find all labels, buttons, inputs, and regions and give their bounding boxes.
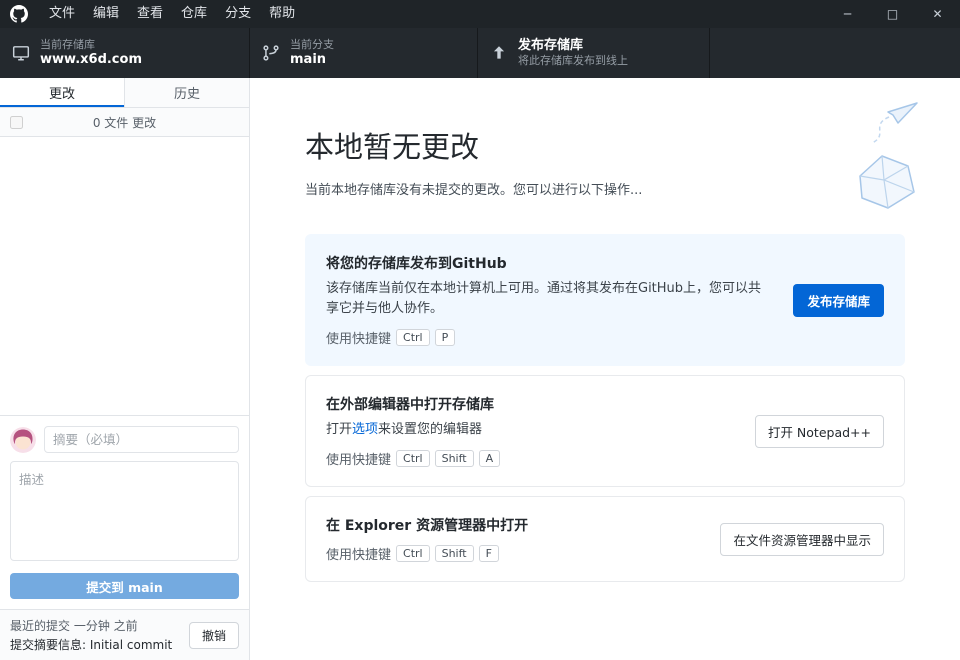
shortcut-label: 使用快捷键 <box>326 328 391 347</box>
close-icon[interactable]: ✕ <box>915 0 960 28</box>
key-ctrl: Ctrl <box>396 545 430 562</box>
publish-repository-action-button[interactable]: 发布存储库 <box>793 284 884 317</box>
tab-changes[interactable]: 更改 <box>0 78 124 107</box>
menu-view[interactable]: 查看 <box>128 0 172 28</box>
files-changed-row: 0 文件 更改 <box>0 108 249 137</box>
card-shortcut: 使用快捷键 Ctrl Shift A <box>326 449 735 468</box>
suggested-actions: 将您的存储库发布到GitHub 该存储库当前仅在本地计算机上可用。通过将其发布在… <box>305 234 905 582</box>
paper-plane-illustration <box>792 100 922 215</box>
key-shift: Shift <box>435 450 474 467</box>
titlebar: 文件 编辑 查看 仓库 分支 帮助 ─ □ ✕ <box>0 0 960 28</box>
menu-help[interactable]: 帮助 <box>260 0 304 28</box>
sidebar-tabs: 更改 历史 <box>0 78 249 108</box>
git-branch-icon <box>262 44 280 62</box>
menu-edit[interactable]: 编辑 <box>84 0 128 28</box>
chevron-down-icon <box>453 50 465 56</box>
recent-commit-summary: 提交摘要信息: Initial commit <box>10 636 181 653</box>
menu-repository[interactable]: 仓库 <box>172 0 216 28</box>
toolbar-filler <box>710 28 960 78</box>
card-title: 将您的存储库发布到GitHub <box>326 253 773 273</box>
open-in-explorer-card: 在 Explorer 资源管理器中打开 使用快捷键 Ctrl Shift F 在… <box>305 496 905 582</box>
tab-history[interactable]: 历史 <box>124 78 249 107</box>
key-ctrl: Ctrl <box>396 329 430 346</box>
maximize-icon[interactable]: □ <box>870 0 915 28</box>
publish-subtitle: 将此存储库发布到线上 <box>518 54 628 68</box>
card-title: 在 Explorer 资源管理器中打开 <box>326 515 700 535</box>
commit-form: 提交到 main <box>0 415 249 609</box>
recent-commit-summary-value: Initial commit <box>90 638 172 652</box>
card-title: 在外部编辑器中打开存储库 <box>326 394 735 414</box>
toolbar: 当前存储库 www.x6d.com 当前分支 main <box>0 28 960 78</box>
computer-icon <box>12 44 30 62</box>
minimize-icon[interactable]: ─ <box>825 0 870 28</box>
open-in-editor-card: 在外部编辑器中打开存储库 打开选项来设置您的编辑器 使用快捷键 Ctrl Shi… <box>305 375 905 487</box>
select-all-checkbox[interactable] <box>10 116 23 129</box>
commit-description-input[interactable] <box>10 461 239 561</box>
undo-button[interactable]: 撤销 <box>189 622 239 649</box>
card-shortcut: 使用快捷键 Ctrl P <box>326 328 773 347</box>
recent-commit-meta: 最近的提交 一分钟 之前 <box>10 617 181 634</box>
upload-arrow-icon <box>490 44 508 62</box>
menu-file[interactable]: 文件 <box>40 0 84 28</box>
desc-suffix: 来设置您的编辑器 <box>378 422 482 437</box>
key-a: A <box>479 450 501 467</box>
github-desktop-window: 文件 编辑 查看 仓库 分支 帮助 ─ □ ✕ 当前存储库 www.x6d.co… <box>0 0 960 660</box>
card-description: 打开选项来设置您的编辑器 <box>326 420 735 440</box>
window-controls: ─ □ ✕ <box>825 0 960 28</box>
commit-summary-input[interactable] <box>44 426 239 453</box>
card-shortcut: 使用快捷键 Ctrl Shift F <box>326 544 700 563</box>
key-ctrl: Ctrl <box>396 450 430 467</box>
sidebar: 更改 历史 0 文件 更改 提交到 main <box>0 78 250 660</box>
menu-branch[interactable]: 分支 <box>216 0 260 28</box>
main-content: 本地暂无更改 当前本地存储库没有未提交的更改。您可以进行以下操作... 将您的存… <box>250 78 960 660</box>
publish-repository-button[interactable]: 发布存储库 将此存储库发布到线上 <box>478 28 710 78</box>
current-branch-label: 当前分支 <box>290 38 334 52</box>
current-repository-selector[interactable]: 当前存储库 www.x6d.com <box>0 28 250 78</box>
key-p: P <box>435 329 456 346</box>
github-logo-icon <box>10 5 28 23</box>
desc-prefix: 打开 <box>326 422 352 437</box>
recent-commit-bar: 最近的提交 一分钟 之前 提交摘要信息: Initial commit 撤销 <box>0 609 249 660</box>
options-link[interactable]: 选项 <box>352 422 378 437</box>
open-editor-button[interactable]: 打开 Notepad++ <box>755 415 884 448</box>
changed-files-list <box>0 137 249 415</box>
commit-button[interactable]: 提交到 main <box>10 573 239 599</box>
key-f: F <box>479 545 499 562</box>
recent-commit-summary-label: 提交摘要信息: <box>10 638 86 652</box>
current-repository-label: 当前存储库 <box>40 38 142 52</box>
shortcut-label: 使用快捷键 <box>326 449 391 468</box>
shortcut-label: 使用快捷键 <box>326 544 391 563</box>
current-repository-value: www.x6d.com <box>40 52 142 68</box>
publish-to-github-card: 将您的存储库发布到GitHub 该存储库当前仅在本地计算机上可用。通过将其发布在… <box>305 234 905 366</box>
key-shift: Shift <box>435 545 474 562</box>
current-branch-selector[interactable]: 当前分支 main <box>250 28 478 78</box>
files-changed-label: 0 文件 更改 <box>93 114 156 131</box>
publish-title: 发布存储库 <box>518 38 628 54</box>
current-branch-value: main <box>290 52 334 68</box>
chevron-down-icon <box>225 50 237 56</box>
show-in-explorer-button[interactable]: 在文件资源管理器中显示 <box>720 523 884 556</box>
avatar <box>10 427 36 453</box>
card-description: 该存储库当前仅在本地计算机上可用。通过将其发布在GitHub上，您可以共享它并与… <box>326 279 773 319</box>
